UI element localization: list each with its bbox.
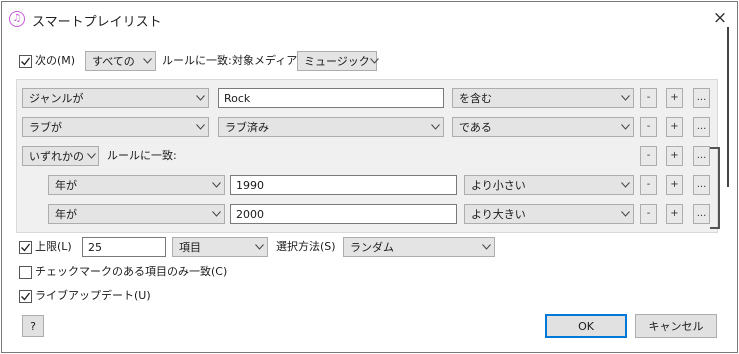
match-rule-label: ルールに一致:	[162, 54, 232, 67]
nested-rule-label: ルールに一致:	[107, 149, 177, 162]
ok-button[interactable]: OK	[545, 314, 627, 338]
match-label: 次の(M)	[35, 54, 76, 67]
window-edge-line	[727, 27, 729, 187]
nested-scope-value: いずれかの	[29, 150, 84, 163]
add-rule-button[interactable]: +	[666, 204, 683, 224]
nested-scope-dropdown[interactable]: いずれかの	[22, 146, 99, 166]
window-title: スマートプレイリスト	[32, 15, 162, 30]
rule-operator-value: である	[459, 121, 492, 134]
add-nested-rule-button[interactable]: ...	[693, 204, 710, 224]
add-rule-button[interactable]: +	[666, 146, 683, 166]
rule-operator-value: より大きい	[471, 208, 526, 221]
chevron-down-icon	[208, 211, 224, 217]
checkmark-icon	[21, 292, 31, 301]
nested-rule-field-dropdown[interactable]: 年が	[48, 175, 225, 195]
limit-unit-value: 項目	[179, 241, 201, 254]
chevron-down-icon	[208, 182, 224, 188]
nested-rule-value-input[interactable]: 2000	[230, 204, 457, 224]
match-scope-dropdown[interactable]: すべての	[85, 51, 156, 71]
rule-value-value: ラブ済み	[225, 121, 269, 134]
add-nested-rule-button[interactable]: ...	[693, 146, 710, 166]
checkmark-icon	[21, 243, 31, 252]
chevron-down-icon	[617, 124, 633, 130]
checked-only-label: チェックマークのある項目のみ一致(C)	[35, 265, 228, 278]
rule-operator-value: を含む	[459, 92, 492, 105]
rule-operator-dropdown[interactable]: を含む	[452, 88, 634, 108]
nested-rule-operator-dropdown[interactable]: より大きい	[464, 204, 634, 224]
match-scope-value: すべての	[92, 55, 135, 68]
rule-operator-value: より小さい	[471, 179, 526, 192]
nested-rule-operator-dropdown[interactable]: より小さい	[464, 175, 634, 195]
add-rule-button[interactable]: +	[666, 88, 683, 108]
nested-group-bracket	[710, 147, 720, 229]
help-button[interactable]: ?	[22, 315, 44, 337]
add-nested-rule-button[interactable]: ...	[693, 88, 710, 108]
live-update-checkbox[interactable]	[19, 290, 32, 303]
chevron-down-icon	[427, 124, 443, 130]
chevron-down-icon	[369, 58, 379, 64]
remove-rule-button[interactable]: -	[640, 175, 657, 195]
add-rule-button[interactable]: +	[666, 117, 683, 137]
selection-method-label: 選択方法(S)	[276, 240, 336, 253]
rule-field-dropdown[interactable]: ジャンルが	[22, 88, 209, 108]
remove-rule-button[interactable]: -	[640, 88, 657, 108]
rule-value-dropdown[interactable]: ラブ済み	[218, 117, 444, 137]
limit-unit-dropdown[interactable]: 項目	[172, 237, 268, 257]
selection-method-dropdown[interactable]: ランダム	[343, 237, 495, 257]
chevron-down-icon	[84, 153, 98, 159]
chevron-down-icon	[617, 182, 633, 188]
close-button[interactable]: ×	[710, 8, 730, 28]
chevron-down-icon	[139, 58, 155, 64]
rule-field-value: ラブが	[29, 121, 62, 134]
rule-operator-dropdown[interactable]: である	[452, 117, 634, 137]
rule-field-value: ジャンルが	[29, 92, 84, 105]
nested-rule-field-dropdown[interactable]: 年が	[48, 204, 225, 224]
selection-method-value: ランダム	[350, 241, 394, 254]
remove-rule-button[interactable]: -	[640, 117, 657, 137]
cancel-button[interactable]: キャンセル	[635, 314, 717, 338]
checked-only-checkbox[interactable]	[19, 266, 32, 279]
rule-value-input[interactable]: Rock	[218, 88, 444, 108]
rule-field-dropdown[interactable]: ラブが	[22, 117, 209, 137]
live-update-label: ライブアップデート(U)	[35, 289, 151, 302]
remove-rule-button[interactable]: -	[640, 146, 657, 166]
match-checkbox[interactable]	[19, 55, 32, 68]
add-rule-button[interactable]: +	[666, 175, 683, 195]
rule-field-value: 年が	[55, 208, 77, 221]
add-nested-rule-button[interactable]: ...	[693, 117, 710, 137]
remove-rule-button[interactable]: -	[640, 204, 657, 224]
media-value: ミュージック	[304, 55, 370, 68]
checkmark-icon	[21, 57, 31, 66]
add-nested-rule-button[interactable]: ...	[693, 175, 710, 195]
limit-value-input[interactable]: 25	[82, 237, 166, 257]
chevron-down-icon	[478, 244, 494, 250]
limit-label: 上限(L)	[35, 240, 72, 253]
media-dropdown[interactable]: ミュージック	[297, 51, 379, 71]
limit-checkbox[interactable]	[19, 241, 32, 254]
media-label: 対象メディア:	[232, 54, 301, 67]
chevron-down-icon	[192, 95, 208, 101]
chevron-down-icon	[251, 244, 267, 250]
chevron-down-icon	[617, 211, 633, 217]
chevron-down-icon	[192, 124, 208, 130]
nested-rule-value-input[interactable]: 1990	[230, 175, 457, 195]
rule-field-value: 年が	[55, 179, 77, 192]
chevron-down-icon	[617, 95, 633, 101]
music-note-icon: ♫	[9, 11, 25, 27]
